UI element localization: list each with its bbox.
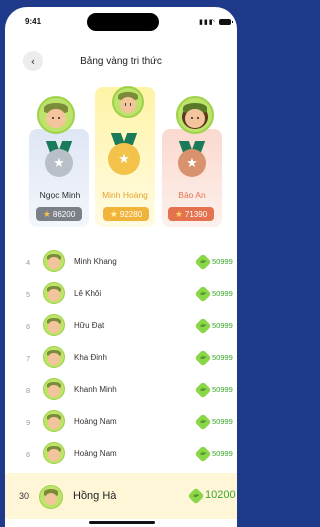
ribbon-first: [113, 133, 135, 143]
xp-icon: XP: [194, 253, 212, 271]
home-indicator: [89, 521, 155, 524]
avatar-second: [37, 96, 75, 134]
player-name: Hoàng Nam: [74, 449, 117, 458]
avatar: [43, 282, 65, 304]
silver-medal-icon: ★: [45, 149, 73, 177]
podium-name-second: Ngọc Minh: [39, 190, 81, 200]
avatar: [43, 314, 65, 336]
player-score: 50999: [212, 417, 233, 426]
player-name: Lê Khôi: [74, 289, 102, 298]
star-icon: ★: [42, 208, 51, 219]
rank-number: 4: [26, 258, 31, 267]
player-score: 50999: [212, 321, 233, 330]
avatar: [39, 485, 63, 509]
list-item[interactable]: 6 Hoàng Nam XP 50999: [5, 435, 237, 469]
avatar: [43, 442, 65, 464]
player-score: 50999: [212, 289, 233, 298]
page-title: Bảng vàng tri thức: [80, 56, 162, 67]
podium-name-first: Minh Hoàng: [102, 190, 148, 200]
podium-score-first: ★ 92280: [103, 207, 149, 221]
status-bar: 9:41 ▮▮▮ ◠: [5, 7, 237, 33]
avatar: [43, 410, 65, 432]
player-score: 50999: [212, 257, 233, 266]
avatar: [43, 378, 65, 400]
player-score: 10200: [205, 489, 236, 501]
player-name: Hoàng Nam: [74, 417, 117, 426]
gold-medal-icon: ★: [108, 143, 140, 175]
player-name: Kha Đinh: [74, 353, 107, 362]
list-item[interactable]: 8 Khanh Minh XP 50999: [5, 371, 237, 405]
star-icon: ★: [109, 208, 118, 219]
rank-number: 8: [26, 386, 31, 395]
podium-name-third: Bảo An: [178, 190, 206, 200]
list-item[interactable]: 7 Kha Đinh XP 50999: [5, 339, 237, 373]
avatar: [43, 250, 65, 272]
player-name: Hữu Đạt: [74, 321, 105, 330]
player-score: 50999: [212, 449, 233, 458]
xp-icon: XP: [194, 381, 212, 399]
current-user-row[interactable]: 30 Hồng Hà XP 10200: [5, 473, 237, 519]
xp-icon: XP: [194, 285, 212, 303]
avatar: [43, 346, 65, 368]
xp-icon: XP: [194, 445, 212, 463]
xp-icon: XP: [194, 349, 212, 367]
bronze-medal-icon: ★: [178, 149, 206, 177]
list-item[interactable]: 6 Hữu Đạt XP 50999: [5, 307, 237, 341]
status-time: 9:41: [25, 17, 42, 26]
rank-number: 30: [19, 491, 30, 501]
podium-score-third: ★ 71390: [168, 207, 214, 221]
list-item[interactable]: 5 Lê Khôi XP 50999: [5, 275, 237, 309]
wifi-icon: ◠: [209, 19, 216, 26]
list-item[interactable]: 4 Minh Khang XP 50999: [5, 243, 237, 277]
player-score: 50999: [212, 385, 233, 394]
podium-score-second: ★ 86200: [36, 207, 82, 221]
xp-icon: XP: [194, 413, 212, 431]
player-score: 50999: [212, 353, 233, 362]
dynamic-island: [87, 13, 159, 31]
avatar-third: [176, 96, 214, 134]
rank-number: 6: [26, 450, 31, 459]
player-name: Minh Khang: [74, 257, 117, 266]
battery-icon: [219, 19, 233, 25]
list-item[interactable]: 9 Hoàng Nam XP 50999: [5, 403, 237, 437]
player-name: Hồng Hà: [73, 490, 117, 502]
star-icon: ★: [174, 208, 183, 219]
xp-icon: XP: [194, 317, 212, 335]
rank-number: 9: [26, 418, 31, 427]
rank-number: 7: [26, 354, 31, 363]
rank-number: 6: [26, 322, 31, 331]
player-name: Khanh Minh: [74, 385, 117, 394]
avatar-first: [112, 86, 144, 118]
xp-icon: XP: [187, 487, 205, 505]
phone-screen: 9:41 ▮▮▮ ◠ ‹ Bảng vàng tri thức ★ ★ ★ Ng…: [5, 7, 237, 527]
rank-number: 5: [26, 290, 31, 299]
